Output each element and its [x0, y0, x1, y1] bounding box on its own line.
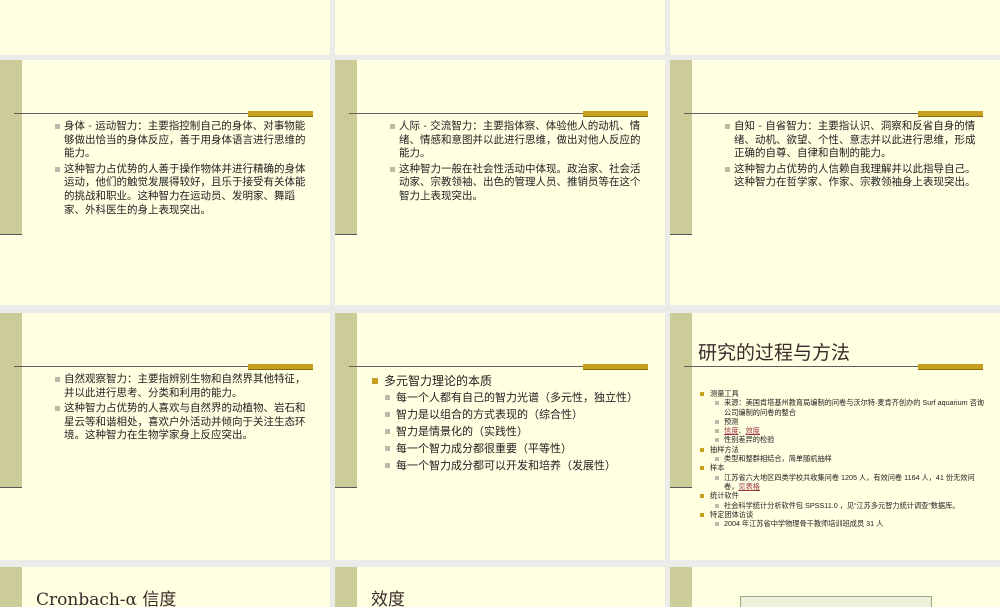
gold-accent [248, 364, 313, 370]
sample-text: 江苏省六大地区四类学校共收集问卷 1205 人，有效问卷 1164 人，41 份… [724, 472, 975, 491]
gold-accent [918, 111, 983, 117]
side-strip [335, 567, 357, 607]
slide-interpersonal[interactable]: 人际 - 交流智力：主要指体察、体验他人的动机、情绪、情感和意图并以此进行思维，… [335, 60, 665, 305]
slide-validity[interactable]: 效度 [335, 567, 665, 607]
side-strip [0, 567, 22, 607]
slide-thumbnail[interactable] [670, 0, 1000, 55]
table-link[interactable]: 见表格 [738, 482, 760, 491]
bullet: 这种智力占优势的人喜欢与自然界的动植物、岩石和星云等和谐相处，喜欢户外活动并倾向… [55, 402, 310, 443]
slide-essence[interactable]: 多元智力理论的本质 每一个人都有自己的智力光谱（多元性，独立性） 智力是以组合的… [335, 313, 665, 560]
bullet: 这种智力一般在社会性活动中体现。政治家、社会活动家、宗教领袖、出色的管理人员、推… [390, 163, 645, 204]
bullet: 人际 - 交流智力：主要指体察、体验他人的动机、情绪、情感和意图并以此进行思维，… [390, 120, 645, 161]
bullet: 性别差异的检验 [698, 435, 988, 444]
bullet: 统计软件 [698, 491, 988, 500]
bullet: 2004 年江苏省中学物理骨干教师培训班成员 31 人 [698, 519, 988, 528]
bullet: 类型和整群相结合，简单随机抽样 [698, 454, 988, 463]
reliability-link[interactable]: 信度 [724, 426, 738, 435]
gold-accent [918, 364, 983, 370]
gold-accent [583, 111, 648, 117]
bullet: 预测 [698, 417, 988, 426]
side-strip [670, 313, 692, 488]
bullet: 身体 - 运动智力：主要指控制自己的身体、对事物能够做出恰当的身体反应，善于用身… [55, 120, 310, 161]
bullet-heading: 多元智力理论的本质 [372, 373, 642, 389]
bullet: 每一个智力成分都可以开发和培养（发展性） [372, 458, 642, 473]
slide-research-method[interactable]: 研究的过程与方法 测量工具 来源：美国肯塔基州教育局编制的问卷与沃尔特·麦肯齐创… [670, 313, 1000, 560]
bullet: 智力是情景化的（实践性） [372, 424, 642, 439]
side-strip [335, 60, 357, 235]
gold-accent [583, 364, 648, 370]
bullet: 来源：美国肯塔基州教育局编制的问卷与沃尔特·麦肯齐创办的 Surf aquari… [698, 398, 988, 417]
slide-thumbnail[interactable] [0, 0, 330, 55]
side-strip [0, 60, 22, 235]
bullet: 自然观察智力：主要指辨别生物和自然界其他特征，并以此进行思考、分类和利用的能力。 [55, 373, 310, 400]
bullet: 这种智力占优势的人善于操作物体并进行精确的身体运动，他们的触觉发展得较好，且乐于… [55, 163, 310, 217]
bullet: 抽样方法 [698, 445, 988, 454]
bullet: 江苏省六大地区四类学校共收集问卷 1205 人，有效问卷 1164 人，41 份… [698, 473, 988, 492]
slide-thumbnail[interactable] [670, 567, 1000, 607]
bullet: 智力是以组合的方式表现的（综合性） [372, 407, 642, 422]
slide-title: 效度 [371, 590, 405, 607]
gold-accent [248, 111, 313, 117]
bullet: 社会科学统计分析软件包 SPSS11.0 ，见“江苏多元智力统计调查”数据库。 [698, 501, 988, 510]
side-strip [335, 313, 357, 488]
side-strip [670, 567, 692, 607]
bullet: 每一个人都有自己的智力光谱（多元性，独立性） [372, 390, 642, 405]
slide-title: Cronbach-α 信度 [36, 590, 177, 607]
side-strip [0, 313, 22, 488]
validity-link[interactable]: 效度 [746, 426, 760, 435]
bullet: 样本 [698, 463, 988, 472]
bullet: 这种智力占优势的人信赖自我理解并以此指导自己。这种智力在哲学家、作家、宗教领袖身… [725, 163, 980, 190]
slide-intrapersonal[interactable]: 自知 - 自省智力：主要指认识、洞察和反省自身的情绪、动机、欲望、个性、意志并以… [670, 60, 1000, 305]
slide-thumbnail[interactable] [335, 0, 665, 55]
slide-naturalist[interactable]: 自然观察智力：主要指辨别生物和自然界其他特征，并以此进行思考、分类和利用的能力。… [0, 313, 330, 560]
slide-bodily-kinesthetic[interactable]: 身体 - 运动智力：主要指控制自己的身体、对事物能够做出恰当的身体反应，善于用身… [0, 60, 330, 305]
slide-cronbach[interactable]: Cronbach-α 信度 [0, 567, 330, 607]
bullet: 每一个智力成分都很重要（平等性） [372, 441, 642, 456]
bullet: 信度、效度 [698, 426, 988, 435]
separator: 、 [738, 426, 746, 436]
bullet: 测量工具 [698, 389, 988, 398]
slide-title: 研究的过程与方法 [698, 342, 851, 364]
bullet: 自知 - 自省智力：主要指认识、洞察和反省自身的情绪、动机、欲望、个性、意志并以… [725, 120, 980, 161]
side-strip [670, 60, 692, 235]
content-box [740, 596, 932, 607]
bullet: 特定团体访谈 [698, 510, 988, 519]
